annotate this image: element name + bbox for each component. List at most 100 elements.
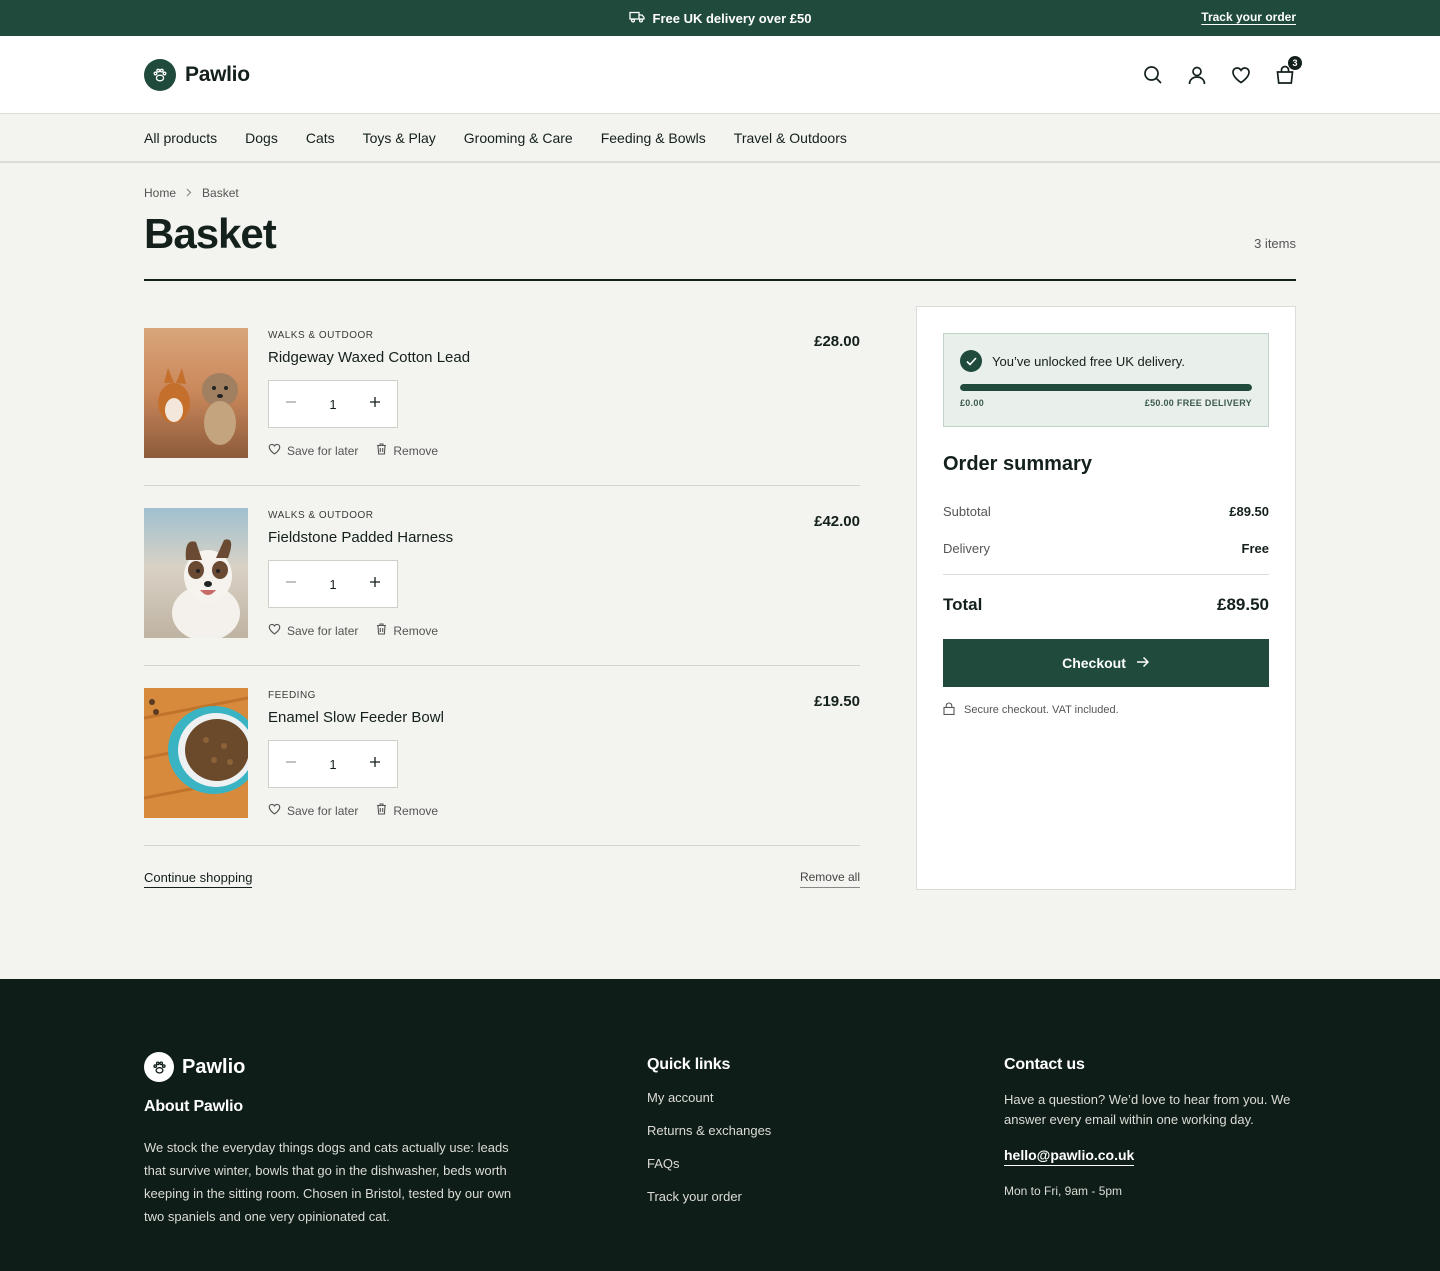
cart-count-badge: 3 [1288,56,1302,70]
paw-icon [144,59,176,91]
save-for-later-button[interactable]: Save for later [268,803,358,818]
item-name[interactable]: Fieldstone Padded Harness [268,529,860,546]
quantity-value[interactable]: 1 [329,577,336,592]
secure-note-text: Secure checkout. VAT included. [964,704,1119,716]
plus-icon[interactable] [369,575,381,593]
trash-icon [376,803,387,818]
item-category: FEEDING [268,690,316,701]
announcement-text: Free UK delivery over £50 [652,10,812,26]
order-summary-panel: You’ve unlocked free UK delivery. £0.00 … [916,306,1296,890]
item-price: £42.00 [814,513,860,530]
delivery-progress-bar [960,384,1252,391]
bag-icon[interactable]: 3 [1274,56,1302,86]
minus-icon[interactable] [285,395,297,413]
quantity-value[interactable]: 1 [329,397,336,412]
footer-logo[interactable]: Pawlio [144,1052,647,1082]
quantity-stepper: 1 [268,740,398,788]
delivery-row: Delivery Free [943,541,1269,575]
footer-link-track-order[interactable]: Track your order [647,1189,1004,1204]
total-value: £89.50 [1217,595,1269,614]
nav-grooming-care[interactable]: Grooming & Care [464,130,573,146]
footer-contact: Contact us Have a question? We’d love to… [1004,979,1296,1228]
minus-icon[interactable] [285,755,297,773]
quantity-value[interactable]: 1 [329,757,336,772]
page-header: Basket 3 items [144,213,1296,281]
quick-links-heading: Quick links [647,1056,731,1073]
remove-label: Remove [393,803,439,818]
nav-cats[interactable]: Cats [306,130,335,146]
breadcrumb-home[interactable]: Home [144,186,176,200]
quantity-stepper: 1 [268,560,398,608]
arrow-right-icon [1136,655,1150,671]
paw-icon [144,1052,174,1082]
site-header: Pawlio 3 [0,36,1440,114]
heart-icon [268,803,281,818]
track-order-link[interactable]: Track your order [1201,10,1296,24]
truck-icon [628,11,645,26]
nav-feeding-bowls[interactable]: Feeding & Bowls [601,130,706,146]
product-image-bowl[interactable] [144,688,248,818]
basket-footer-links: Continue shopping Remove all [144,870,860,888]
remove-button[interactable]: Remove [376,803,438,818]
footer-link-returns[interactable]: Returns & exchanges [647,1123,1004,1138]
checkout-button[interactable]: Checkout [943,639,1269,687]
minus-icon[interactable] [285,575,297,593]
item-actions: Save for later Remove [268,623,860,638]
footer-about: Pawlio About Pawlio We stock the everyda… [144,979,647,1228]
remove-button[interactable]: Remove [376,623,438,638]
product-image-harness[interactable] [144,508,248,638]
user-icon[interactable] [1186,64,1208,86]
item-details: WALKS & OUTDOOR Fieldstone Padded Harnes… [268,508,860,665]
save-for-later-button[interactable]: Save for later [268,443,358,458]
footer-quick-links: Quick links My account Returns & exchang… [647,979,1004,1228]
announcement-bar: Free UK delivery over £50 Track your ord… [0,0,1440,36]
free-delivery-progress: You’ve unlocked free UK delivery. £0.00 … [943,333,1269,427]
breadcrumb: Home Basket [144,186,1296,200]
nav-dogs[interactable]: Dogs [245,130,278,146]
lock-icon [943,702,955,718]
save-label: Save for later [287,443,359,458]
header-actions: 3 [1142,56,1302,86]
item-category: WALKS & OUTDOOR [268,510,374,521]
plus-icon[interactable] [369,755,381,773]
item-name[interactable]: Enamel Slow Feeder Bowl [268,709,860,726]
check-icon [960,350,982,372]
heart-icon[interactable] [1230,64,1252,86]
site-footer: Pawlio About Pawlio We stock the everyda… [0,979,1440,1271]
heart-icon [268,443,281,458]
contact-email-link[interactable]: hello@pawlio.co.uk [1004,1147,1135,1166]
brand-name: Pawlio [185,63,250,86]
remove-button[interactable]: Remove [376,443,438,458]
item-category: WALKS & OUTDOOR [268,330,374,341]
page-title: Basket [144,210,277,257]
item-name[interactable]: Ridgeway Waxed Cotton Lead [268,349,860,366]
plus-icon[interactable] [369,395,381,413]
basket-content: WALKS & OUTDOOR Ridgeway Waxed Cotton Le… [144,306,1296,890]
save-label: Save for later [287,803,359,818]
remove-label: Remove [393,443,439,458]
continue-shopping-link[interactable]: Continue shopping [144,870,253,888]
trash-icon [376,443,387,458]
footer-link-my-account[interactable]: My account [647,1090,1004,1105]
checkout-label: Checkout [1062,655,1126,671]
total-row: Total £89.50 [943,595,1269,615]
remove-label: Remove [393,623,439,638]
search-icon[interactable] [1142,64,1164,86]
brand-logo[interactable]: Pawlio [144,59,250,91]
nav-travel-outdoors[interactable]: Travel & Outdoors [734,130,847,146]
progress-max-label: £50.00 FREE DELIVERY [1144,398,1252,408]
basket-item: WALKS & OUTDOOR Fieldstone Padded Harnes… [144,486,860,666]
save-for-later-button[interactable]: Save for later [268,623,358,638]
item-actions: Save for later Remove [268,443,860,458]
contact-hours: Mon to Fri, 9am - 5pm [1004,1184,1123,1198]
subtotal-row: Subtotal £89.50 [943,504,1269,519]
contact-heading: Contact us [1004,1056,1085,1073]
footer-link-faqs[interactable]: FAQs [647,1156,1004,1171]
remove-all-link[interactable]: Remove all [799,870,860,888]
delivery-label: Delivery [943,541,990,556]
product-image-lead[interactable] [144,328,248,458]
save-label: Save for later [287,623,359,638]
basket-items: WALKS & OUTDOOR Ridgeway Waxed Cotton Le… [144,306,860,890]
nav-all-products[interactable]: All products [144,130,217,146]
nav-toys-play[interactable]: Toys & Play [363,130,436,146]
